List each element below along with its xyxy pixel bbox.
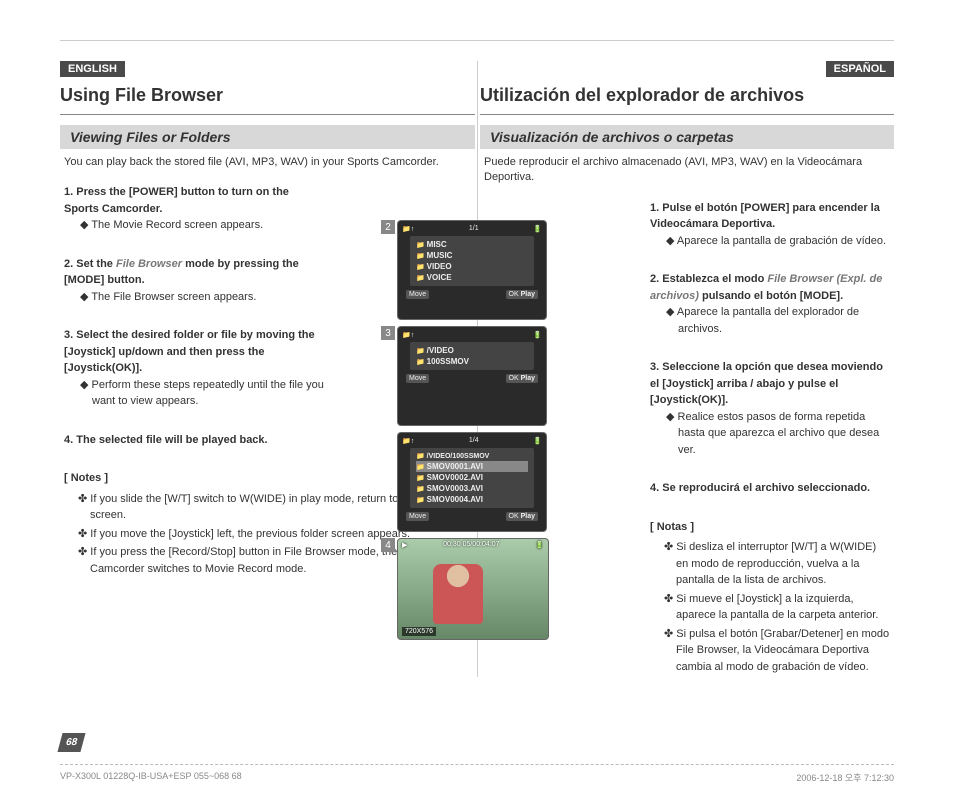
folder-up-icon: 📁↑ <box>402 225 414 233</box>
screen-number-4: 4 <box>381 538 395 552</box>
subheading-es: Visualización de archivos o carpetas <box>480 125 894 149</box>
screen-2: 📁↑1/1🔋 MISC MUSIC VIDEO VOICE MoveOK Pla… <box>397 220 547 320</box>
folder-up-icon: 📁↑ <box>402 331 414 339</box>
screen-number-3: 3 <box>381 326 395 340</box>
page-number: 68 <box>57 733 85 752</box>
footer-timestamp: 2006-12-18 오후 7:12:30 <box>796 771 894 784</box>
print-footer: VP-X300L 01228Q-IB-USA+ESP 055~068 68 20… <box>60 764 894 784</box>
lang-badge-es: ESPAÑOL <box>826 61 894 77</box>
screen-3b: 📁↑1/4🔋 /VIDEO/100SSMOV SMOV0001.AVI SMOV… <box>397 432 547 532</box>
screen-number-2: 2 <box>381 220 395 234</box>
title-es: Utilización del explorador de archivos <box>480 85 894 106</box>
title-en: Using File Browser <box>60 85 475 106</box>
screen-4-video: ▶00:30 05/00:04:07🔋 720X576 <box>397 538 549 640</box>
device-screenshots: 2 📁↑1/1🔋 MISC MUSIC VIDEO VOICE MoveOK P… <box>397 220 557 640</box>
steps-en: 1. Press the [POWER] button to turn on t… <box>60 184 328 448</box>
intro-en: You can play back the stored file (AVI, … <box>60 155 475 170</box>
footer-file: VP-X300L 01228Q-IB-USA+ESP 055~068 68 <box>60 771 242 784</box>
lang-badge-en: ENGLISH <box>60 61 125 77</box>
intro-es: Puede reproducir el archivo almacenado (… <box>480 155 894 186</box>
subheading-en: Viewing Files or Folders <box>60 125 475 149</box>
screen-3: 📁↑🔋 /VIDEO 100SSMOV MoveOK Play <box>397 326 547 426</box>
folder-up-icon: 📁↑ <box>402 437 414 445</box>
